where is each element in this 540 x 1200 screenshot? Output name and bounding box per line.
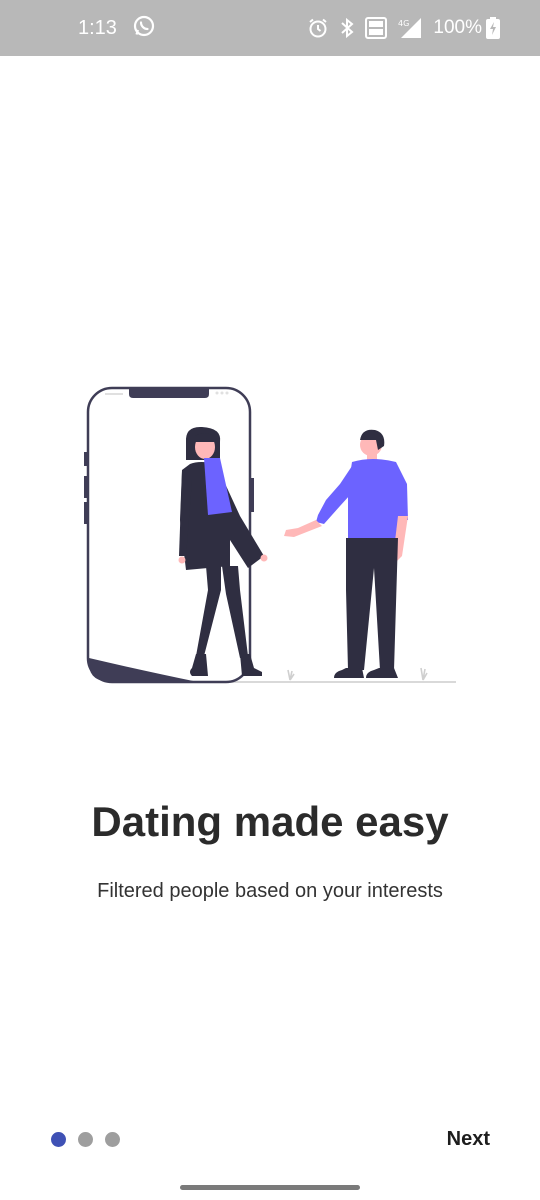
status-bar: 1:13 4G 100% (0, 0, 540, 56)
svg-text:4G: 4G (398, 19, 409, 28)
signal-4g-icon: 4G (397, 17, 423, 39)
page-indicator-dot-2[interactable] (78, 1132, 93, 1147)
battery-percentage: 100% (433, 17, 482, 38)
status-right: 4G 100% (297, 17, 500, 39)
alarm-icon (307, 17, 329, 39)
onboarding-subtitle: Filtered people based on your interests (97, 880, 443, 902)
battery-charging-icon (486, 17, 500, 39)
onboarding-title: Dating made easy (91, 798, 449, 845)
bluetooth-icon (339, 17, 355, 39)
page-indicator (51, 1132, 132, 1147)
gesture-navigation-bar[interactable] (180, 1185, 360, 1190)
status-time: 1:13 (78, 16, 117, 39)
page-indicator-dot-1[interactable] (51, 1132, 66, 1147)
whatsapp-icon (133, 15, 155, 42)
volte-icon (365, 17, 388, 39)
status-left: 1:13 (78, 15, 155, 42)
dating-illustration (84, 386, 456, 684)
page-indicator-dot-3[interactable] (105, 1132, 120, 1147)
next-button[interactable]: Next (445, 1126, 492, 1153)
onboarding-screen: 1:13 4G 100% Dating made easy Filtered p… (0, 0, 540, 1200)
